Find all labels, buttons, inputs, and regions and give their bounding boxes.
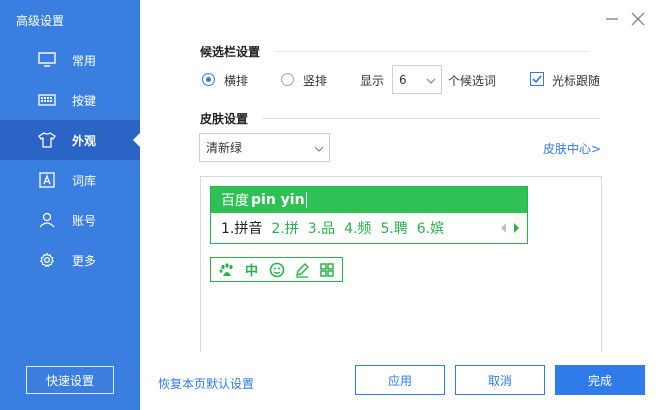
candidate-window-preview: 百度 pin yin 1.拼音 2.拼 3.品 4.频 5.聘 6.嫔 [210, 186, 528, 244]
paw-icon [218, 261, 236, 279]
chevron-down-icon [314, 141, 324, 155]
candidate-item: 6.嫔 [416, 221, 445, 237]
minimize-icon[interactable] [604, 11, 620, 27]
page-prev-icon [501, 223, 506, 233]
sidebar-item-label: 外观 [72, 133, 97, 148]
candidate-item: 4.频 [344, 221, 372, 237]
candidate-item: 1.拼音 [221, 221, 263, 237]
candidate-count-select[interactable]: 6 [392, 65, 442, 94]
chinese-mode-icon: 中 [244, 264, 258, 279]
sidebar: 高级设置 常用 按键 外观 词库 账号 更多 快速设置 [0, 0, 140, 410]
skin-select-value: 清新绿 [206, 141, 243, 155]
page-next-icon [514, 223, 519, 233]
restore-defaults-link[interactable]: 恢复本页默认设置 [158, 375, 254, 392]
cursor-follow-label: 光标跟随 [552, 74, 601, 88]
section-divider [276, 51, 588, 52]
dictionary-icon [38, 172, 56, 188]
gear-icon [38, 252, 56, 268]
vertical-radio[interactable] [281, 73, 294, 86]
status-toolbar-preview: 中 [210, 257, 343, 282]
sidebar-item-label: 词库 [72, 173, 97, 188]
sidebar-item-label: 常用 [72, 53, 97, 68]
monitor-icon [38, 52, 56, 68]
brand-text: 百度 [221, 193, 249, 209]
sidebar-nav: 常用 按键 外观 词库 账号 更多 [0, 40, 140, 280]
sidebar-item-account[interactable]: 账号 [0, 200, 140, 240]
grid-icon [318, 261, 336, 279]
sidebar-item-label: 账号 [72, 213, 97, 228]
show-label: 显示 [360, 74, 385, 88]
candidate-item: 3.品 [307, 221, 336, 237]
sidebar-item-label: 更多 [72, 253, 97, 268]
skin-preview: 百度 pin yin 1.拼音 2.拼 3.品 4.频 5.聘 6.嫔 中 [200, 176, 602, 352]
skin-select[interactable]: 清新绿 [199, 133, 330, 162]
candidate-count-value: 6 [399, 72, 407, 87]
vertical-label: 竖排 [303, 74, 328, 88]
keyboard-icon [38, 92, 56, 108]
user-icon [38, 212, 56, 228]
apply-button[interactable]: 应用 [355, 365, 445, 395]
text-caret [305, 192, 307, 208]
sidebar-item-dictionary[interactable]: 词库 [0, 160, 140, 200]
section-divider [262, 118, 600, 119]
candidate-count-suffix: 个候选词 [448, 74, 497, 88]
sidebar-item-common[interactable]: 常用 [0, 40, 140, 80]
done-button[interactable]: 完成 [555, 365, 645, 395]
cancel-button[interactable]: 取消 [455, 365, 545, 395]
close-icon[interactable] [630, 11, 646, 27]
composition-bar: 百度 pin yin [211, 187, 527, 213]
pen-icon [293, 261, 311, 279]
window-title: 高级设置 [16, 14, 65, 28]
tshirt-icon [38, 132, 56, 148]
horizontal-label: 横排 [224, 74, 249, 88]
page-arrows [501, 223, 519, 233]
advanced-settings-window: 高级设置 常用 按键 外观 词库 账号 更多 快速设置 候选栏设置 横排 竖排 … [0, 0, 660, 410]
sidebar-item-keys[interactable]: 按键 [0, 80, 140, 120]
cursor-follow-checkbox[interactable] [530, 72, 544, 86]
quick-setup-button[interactable]: 快速设置 [26, 366, 114, 394]
emoji-icon [268, 261, 286, 279]
candidate-item: 2.拼 [271, 221, 299, 237]
candidate-bar-title: 候选栏设置 [200, 45, 261, 59]
pinyin-text: pin yin [251, 192, 305, 208]
candidate-item: 5.聘 [380, 221, 408, 237]
horizontal-radio[interactable] [202, 73, 215, 86]
chevron-down-icon [426, 73, 436, 87]
skin-title: 皮肤设置 [200, 112, 249, 126]
skin-center-link[interactable]: 皮肤中心> [543, 140, 601, 157]
sidebar-item-more[interactable]: 更多 [0, 240, 140, 280]
candidate-list: 1.拼音 2.拼 3.品 4.频 5.聘 6.嫔 [211, 213, 527, 243]
sidebar-item-label: 按键 [72, 93, 97, 108]
sidebar-item-appearance[interactable]: 外观 [0, 120, 140, 160]
